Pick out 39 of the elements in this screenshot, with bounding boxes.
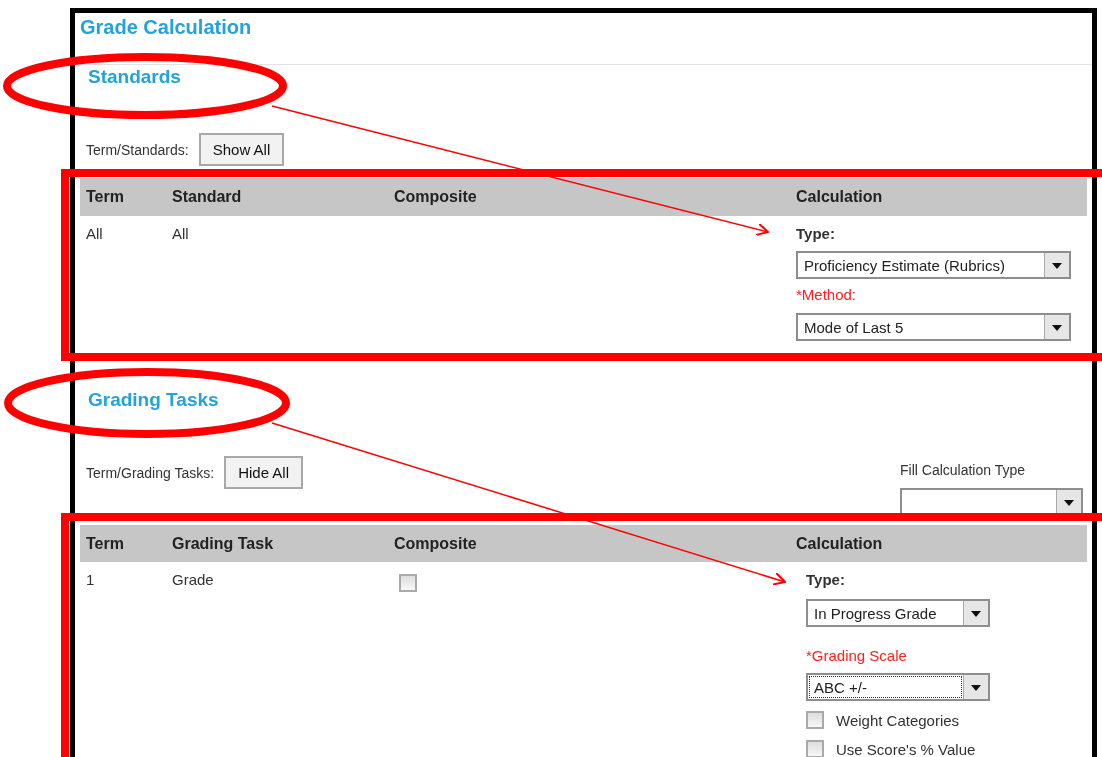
column-header: Grading Task xyxy=(172,534,275,553)
caret-icon xyxy=(1044,315,1069,339)
field-label: Type: xyxy=(806,571,845,589)
checkbox-label: Use Score's % Value xyxy=(836,740,976,757)
dropdown[interactable]: In Progress Grade xyxy=(806,599,990,627)
column-header: Composite xyxy=(394,188,478,206)
section-heading: Grading Tasks xyxy=(87,388,220,412)
section-heading: Standards xyxy=(87,65,182,89)
dropdown[interactable]: ABC +/- xyxy=(806,673,990,701)
column-header: Standard xyxy=(172,188,243,206)
caret-icon xyxy=(1044,253,1069,277)
toolbar-label: Term/Grading Tasks: xyxy=(86,464,215,481)
page-title: Grade Calculation xyxy=(80,15,253,40)
caret-icon xyxy=(1056,490,1081,514)
toggle-button[interactable]: Show All xyxy=(198,133,285,166)
required-field-label: *Grading Scale xyxy=(806,647,907,665)
dropdown[interactable]: Mode of Last 5 xyxy=(796,313,1071,341)
field-label: Type: xyxy=(796,225,835,243)
checkbox-label: Weight Categories xyxy=(836,711,960,729)
table-cell-text: Grade xyxy=(172,571,215,590)
checkbox[interactable] xyxy=(399,574,417,592)
toolbar-label: Term/Standards: xyxy=(86,141,189,158)
checkbox[interactable] xyxy=(806,740,824,757)
toggle-button[interactable]: Hide All xyxy=(224,456,303,489)
column-header: Composite xyxy=(394,534,478,553)
column-header: Term xyxy=(85,188,125,206)
required-field-label: *Method: xyxy=(796,286,857,304)
column-header: Calculation xyxy=(796,534,884,553)
table-cell-text: 1 xyxy=(85,571,96,590)
field-label: Fill Calculation Type xyxy=(900,462,1026,478)
checkbox[interactable] xyxy=(806,711,824,729)
table-cell-text: All xyxy=(85,225,104,244)
dropdown[interactable] xyxy=(900,488,1083,516)
column-header: Calculation xyxy=(796,188,884,206)
column-header: Term xyxy=(85,534,125,553)
table-cell-text: All xyxy=(172,225,190,244)
caret-icon xyxy=(963,675,988,699)
caret-icon xyxy=(963,601,988,625)
dropdown[interactable]: Proficiency Estimate (Rubrics) xyxy=(796,251,1071,279)
